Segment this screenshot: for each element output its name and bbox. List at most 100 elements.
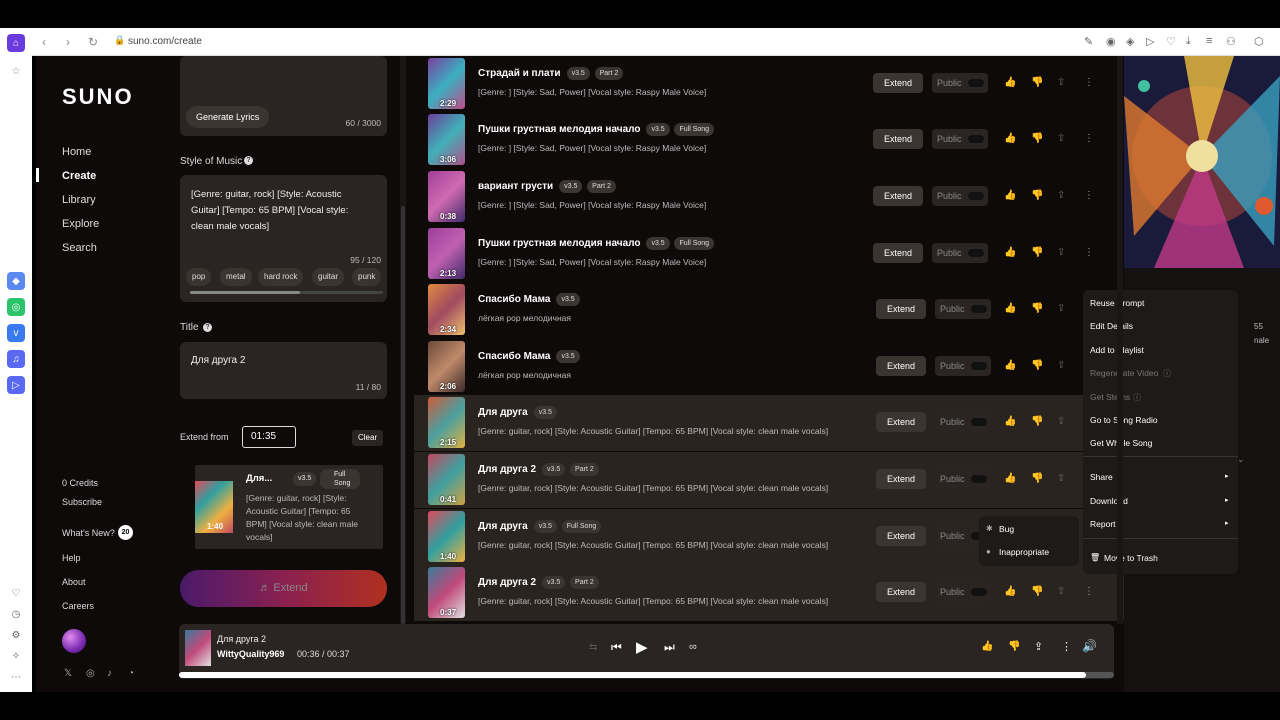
- logo[interactable]: SUNO: [62, 84, 134, 110]
- help-link[interactable]: Help: [62, 553, 81, 563]
- song-row[interactable]: 2:06 Спасибо Мама лёгкая pop мелодичная Ext…: [414, 339, 1126, 395]
- song-thumbnail[interactable]: 2:15: [428, 397, 465, 448]
- camera-icon[interactable]: ◉: [1106, 35, 1116, 48]
- public-toggle[interactable]: Public: [935, 356, 991, 376]
- toggle-switch[interactable]: [971, 305, 987, 313]
- help-icon[interactable]: ?: [203, 323, 212, 332]
- toggle-switch[interactable]: [968, 249, 984, 257]
- thumbs-down-icon[interactable]: 👎: [1031, 416, 1043, 427]
- menu-edit-details[interactable]: Edit Details: [1090, 321, 1133, 331]
- song-row[interactable]: 2:34 Спасибо Мама лёгкая pop мелодичная Ext…: [414, 282, 1126, 338]
- player-title[interactable]: Для друга 2: [217, 634, 266, 644]
- style-tag[interactable]: hard rock: [258, 268, 304, 286]
- clear-button[interactable]: Clear: [352, 430, 384, 446]
- song-title[interactable]: Пушки грустная мелодия начало: [478, 124, 640, 135]
- public-toggle[interactable]: Public: [935, 412, 991, 432]
- instagram-icon[interactable]: ◎: [86, 668, 95, 679]
- share-icon[interactable]: ⇪: [1057, 247, 1065, 258]
- edit-icon[interactable]: ✎: [1084, 35, 1093, 48]
- heart-icon[interactable]: ♡: [7, 584, 25, 602]
- share-icon[interactable]: ⇪: [1057, 586, 1065, 597]
- thumbs-down-icon[interactable]: 👎: [1031, 473, 1043, 484]
- style-tag[interactable]: pop: [186, 268, 212, 286]
- toggle-switch[interactable]: [971, 588, 987, 596]
- share-icon[interactable]: ⇪: [1057, 303, 1065, 314]
- thumbs-up-icon[interactable]: 👍: [1004, 473, 1016, 484]
- song-title[interactable]: Пушки грустная мелодия начало: [478, 238, 640, 249]
- thumbs-up-icon[interactable]: 👍: [1004, 360, 1016, 371]
- help-icon[interactable]: ?: [244, 156, 253, 165]
- address-bar[interactable]: suno.com/create: [128, 36, 202, 47]
- panel-scrollbar[interactable]: [400, 56, 406, 624]
- extend-button[interactable]: Extend: [873, 129, 923, 149]
- style-tag[interactable]: punk: [352, 268, 382, 286]
- thumbs-down-icon[interactable]: 👎: [1031, 190, 1043, 201]
- song-thumbnail[interactable]: 0:41: [428, 454, 465, 505]
- menu-move-to-trash[interactable]: Move to Trash: [1104, 553, 1158, 563]
- vk-icon[interactable]: v: [7, 324, 25, 342]
- app-icon[interactable]: ◆: [7, 272, 25, 290]
- report-bug[interactable]: Bug: [999, 524, 1014, 534]
- star-icon[interactable]: ☆: [7, 62, 25, 80]
- lyrics-box[interactable]: Generate Lyrics 60 / 3000: [180, 56, 387, 136]
- subscribe-link[interactable]: Subscribe: [62, 497, 102, 507]
- thumbs-down-icon[interactable]: 👎: [1031, 77, 1043, 88]
- player-thumbnail[interactable]: [185, 630, 211, 666]
- extend-button[interactable]: Extend: [873, 186, 923, 206]
- song-thumbnail[interactable]: 1:40: [428, 511, 465, 562]
- thumbs-down-icon[interactable]: 👎: [1008, 641, 1020, 652]
- extend-button[interactable]: Extend: [876, 356, 926, 376]
- bulb-icon[interactable]: ✧: [7, 647, 25, 665]
- extension-icon[interactable]: ⬡: [1254, 35, 1264, 48]
- toggle-switch[interactable]: [971, 418, 987, 426]
- public-toggle[interactable]: Public: [932, 186, 988, 206]
- thumbs-down-icon[interactable]: 👎: [1031, 360, 1043, 371]
- song-thumbnail[interactable]: 0:37: [428, 567, 465, 618]
- song-title[interactable]: Страдай и плати: [478, 68, 561, 79]
- share-icon[interactable]: ⇪: [1034, 640, 1043, 653]
- extend-button[interactable]: Extend: [876, 469, 926, 489]
- generate-lyrics-button[interactable]: Generate Lyrics: [186, 106, 270, 128]
- share-icon[interactable]: ⇪: [1057, 190, 1065, 201]
- extend-button[interactable]: Extend: [873, 243, 923, 263]
- avatar[interactable]: [62, 629, 86, 653]
- thumbs-up-icon[interactable]: 👍: [1004, 247, 1016, 258]
- song-title[interactable]: вариант грусти: [478, 181, 553, 192]
- share-icon[interactable]: ⇪: [1057, 360, 1065, 371]
- song-thumbnail[interactable]: 3:06: [428, 114, 465, 165]
- more-options-icon[interactable]: ⋮: [1084, 586, 1094, 597]
- thumbs-up-icon[interactable]: 👍: [1004, 303, 1016, 314]
- song-title[interactable]: Спасибо Мама: [478, 351, 550, 362]
- player-artist[interactable]: WittyQuality969: [217, 649, 284, 659]
- thumbs-up-icon[interactable]: 👍: [1004, 416, 1016, 427]
- thumbs-up-icon[interactable]: 👍: [1004, 586, 1016, 597]
- tag-scrollbar[interactable]: [190, 291, 383, 294]
- extend-button[interactable]: Extend: [876, 526, 926, 546]
- video-icon[interactable]: ▷: [7, 376, 25, 394]
- thumbs-up-icon[interactable]: 👍: [1004, 77, 1016, 88]
- thumbs-down-icon[interactable]: 👎: [1031, 133, 1043, 144]
- volume-icon[interactable]: 🔊: [1082, 639, 1097, 653]
- selected-clip[interactable]: 1:40 Для... v3.5 Full Song [Genre: guita…: [195, 465, 383, 549]
- song-row[interactable]: 2:13 Пушки грустная мелодия начало [Genre:…: [414, 226, 1126, 282]
- more-icon[interactable]: ⋯: [7, 668, 25, 686]
- more-options-icon[interactable]: ⋮: [1084, 247, 1094, 258]
- reload-icon[interactable]: ↻: [88, 35, 98, 49]
- nav-home[interactable]: Home: [62, 146, 91, 158]
- song-title[interactable]: Для друга: [478, 521, 528, 532]
- previous-icon[interactable]: ⏮: [611, 640, 622, 655]
- public-toggle[interactable]: Public: [932, 129, 988, 149]
- careers-link[interactable]: Careers: [62, 601, 94, 611]
- public-toggle[interactable]: Public: [935, 299, 991, 319]
- song-row[interactable]: 3:06 Пушки грустная мелодия начало [Genre:…: [414, 112, 1126, 168]
- extend-button[interactable]: Extend: [873, 73, 923, 93]
- toggle-switch[interactable]: [971, 362, 987, 370]
- thumbs-up-icon[interactable]: 👍: [981, 641, 993, 652]
- song-title[interactable]: Для друга 2: [478, 464, 536, 475]
- back-icon[interactable]: ‹: [42, 35, 46, 49]
- list-scrollbar[interactable]: [1117, 56, 1123, 624]
- song-thumbnail[interactable]: 2:34: [428, 284, 465, 335]
- style-tag[interactable]: guitar: [312, 268, 345, 286]
- report-inappropriate[interactable]: Inappropriate: [999, 547, 1049, 557]
- public-toggle[interactable]: Public: [932, 73, 988, 93]
